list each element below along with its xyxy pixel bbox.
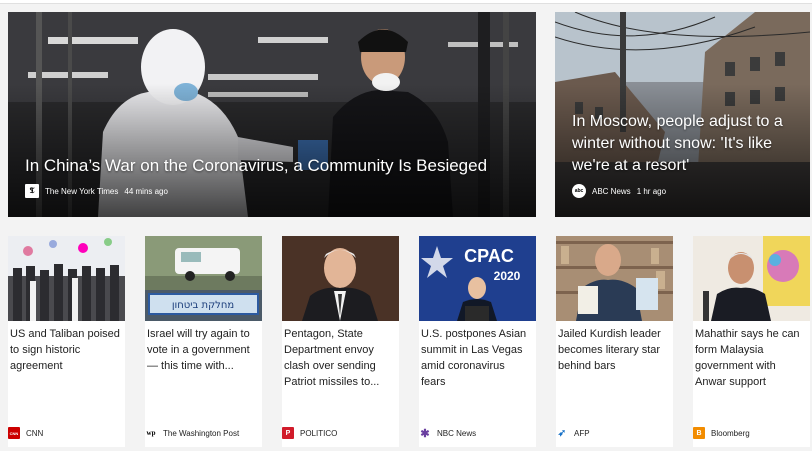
news-card-1[interactable]: US and Taliban poised to sign historic a… <box>8 236 125 447</box>
hero-source: ABC News <box>592 186 631 196</box>
cnn-logo-icon: CNN <box>8 427 20 439</box>
washington-post-logo-icon: wp <box>145 427 157 439</box>
hero-story-2[interactable]: In Moscow, people adjust to a winter wit… <box>555 12 810 217</box>
card-source: P POLITICO <box>282 427 337 439</box>
bloomberg-logo-icon: B <box>693 427 705 439</box>
pentagon-envoy-photo <box>282 236 399 321</box>
card-title[interactable]: Jailed Kurdish leader becomes literary s… <box>558 326 669 374</box>
cpac-stage-photo: CPAC 2020 <box>419 236 536 321</box>
hero-time: 44 mins ago <box>124 186 168 196</box>
card-source: CNN CNN <box>8 427 43 439</box>
taliban-signing-photo <box>8 236 125 321</box>
hero-story-1[interactable]: In China’s War on the Coronavirus, a Com… <box>8 12 536 217</box>
cpac-text: CPAC <box>464 246 514 266</box>
politico-logo-icon: P <box>282 427 294 439</box>
news-card-2[interactable]: מחלקת ביטחון Israel will try again to vo… <box>145 236 262 447</box>
card-title[interactable]: Mahathir says he can form Malaysia gover… <box>695 326 806 390</box>
hero-meta: abc ABC News 1 hr ago <box>572 184 666 198</box>
card-source-name: Bloomberg <box>711 428 750 438</box>
card-title[interactable]: Israel will try again to vote in a gover… <box>147 326 258 374</box>
card-title[interactable]: U.S. postpones Asian summit in Las Vegas… <box>421 326 532 390</box>
card-source-name: AFP <box>574 428 590 438</box>
afp-logo-icon: ➶ <box>556 427 568 439</box>
abc-logo-icon: abc <box>572 184 586 198</box>
hero-time: 1 hr ago <box>636 186 667 196</box>
mahathir-press-photo <box>693 236 810 321</box>
news-card-4[interactable]: CPAC 2020 U.S. postpones Asian summit in… <box>419 236 536 447</box>
nbc-peacock-logo-icon: ✱ <box>419 427 431 440</box>
cpac-year: 2020 <box>494 269 521 283</box>
hero-title[interactable]: In China’s War on the Coronavirus, a Com… <box>25 155 522 177</box>
card-title[interactable]: Pentagon, State Department envoy clash o… <box>284 326 395 390</box>
sign-text: מחלקת ביטחון <box>172 300 234 311</box>
card-source: wp The Washington Post <box>145 427 239 439</box>
top-divider <box>0 0 812 4</box>
card-source-name: POLITICO <box>300 428 338 438</box>
news-card-6[interactable]: Mahathir says he can form Malaysia gover… <box>693 236 810 447</box>
hero-source: The New York Times <box>45 186 119 196</box>
hero-meta: 𝕿 The New York Times 44 mins ago <box>25 184 168 198</box>
nyt-logo-icon: 𝕿 <box>25 184 39 198</box>
hero-title[interactable]: In Moscow, people adjust to a winter wit… <box>572 111 796 177</box>
kurdish-leader-photo <box>556 236 673 321</box>
card-source-name: The Washington Post <box>163 428 240 438</box>
card-source: ➶ AFP <box>556 427 590 439</box>
card-source: ✱ NBC News <box>419 427 477 440</box>
israel-vote-photo: מחלקת ביטחון <box>145 236 262 321</box>
card-title[interactable]: US and Taliban poised to sign historic a… <box>10 326 121 374</box>
news-card-3[interactable]: Pentagon, State Department envoy clash o… <box>282 236 399 447</box>
card-source: B Bloomberg <box>693 427 750 439</box>
card-source-name: NBC News <box>437 428 477 438</box>
news-card-5[interactable]: Jailed Kurdish leader becomes literary s… <box>556 236 673 447</box>
card-source-name: CNN <box>26 428 44 438</box>
